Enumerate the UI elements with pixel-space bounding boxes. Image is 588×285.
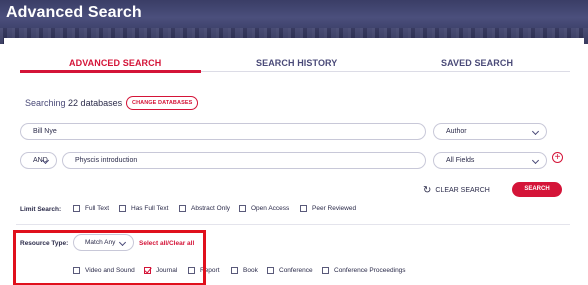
tab-search-history[interactable]: SEARCH HISTORY (256, 58, 337, 68)
databases-status: Searching 22 databases (25, 98, 122, 108)
field-select-2-value: All Fields (446, 157, 475, 164)
tab-saved-search[interactable]: SAVED SEARCH (441, 58, 513, 68)
checkbox-icon[interactable] (239, 205, 246, 212)
field-select-2[interactable]: All Fields (433, 152, 547, 169)
checkbox-label: Peer Reviewed (312, 205, 357, 212)
change-databases-button[interactable]: CHANGE DATABASES (126, 96, 199, 110)
chevron-down-icon (531, 156, 540, 165)
tab-advanced-search[interactable]: ADVANCED SEARCH (69, 58, 161, 68)
checkbox-icon[interactable] (119, 205, 126, 212)
checkbox-icon[interactable] (300, 205, 307, 212)
search-button[interactable]: SEARCH (512, 182, 562, 197)
refresh-icon: ↻ (423, 185, 432, 196)
search-term-input-2[interactable]: Physcis introduction (62, 152, 426, 169)
annotation-highlight-box (13, 230, 206, 285)
resource-conference-proceedings-checkbox[interactable]: Conference Proceedings (322, 267, 406, 274)
limit-open-access-checkbox[interactable]: Open Access (239, 205, 289, 212)
searching-label: Searching (25, 98, 66, 108)
resource-book-checkbox[interactable]: Book (231, 267, 258, 274)
clear-search-label: CLEAR SEARCH (435, 187, 490, 194)
limit-search-label: Limit Search: (20, 206, 62, 213)
checkbox-icon[interactable] (179, 205, 186, 212)
checkbox-label: Full Text (85, 205, 110, 212)
field-select-1[interactable]: Author (433, 123, 547, 140)
checkbox-icon[interactable] (73, 205, 80, 212)
database-count: 22 databases (68, 98, 123, 108)
checkbox-icon[interactable] (322, 267, 329, 274)
page-title: Advanced Search (6, 4, 142, 21)
plus-circle-icon[interactable]: + (552, 152, 563, 163)
operator-select[interactable]: AND (20, 152, 57, 169)
clear-search-button[interactable]: ↻ CLEAR SEARCH (423, 185, 490, 196)
checkbox-label: Abstract Only (191, 205, 231, 212)
limit-peer-reviewed-checkbox[interactable]: Peer Reviewed (300, 205, 356, 212)
checkbox-label: Conference Proceedings (334, 267, 406, 274)
checkbox-icon[interactable] (267, 267, 274, 274)
search-term-input-1[interactable]: Bill Nye (20, 123, 426, 140)
checkbox-icon[interactable] (231, 267, 238, 274)
section-divider (16, 224, 570, 225)
checkbox-label: Has Full Text (131, 205, 169, 212)
active-tab-indicator (20, 70, 201, 73)
limit-has-full-text-checkbox[interactable]: Has Full Text (119, 205, 168, 212)
field-select-1-value: Author (446, 128, 467, 135)
checkbox-label: Conference (279, 267, 313, 274)
checkbox-label: Open Access (251, 205, 290, 212)
limit-full-text-checkbox[interactable]: Full Text (73, 205, 109, 212)
chevron-down-icon (531, 127, 540, 136)
resource-conference-checkbox[interactable]: Conference (267, 267, 313, 274)
checkbox-label: Book (243, 267, 258, 274)
limit-abstract-only-checkbox[interactable]: Abstract Only (179, 205, 230, 212)
